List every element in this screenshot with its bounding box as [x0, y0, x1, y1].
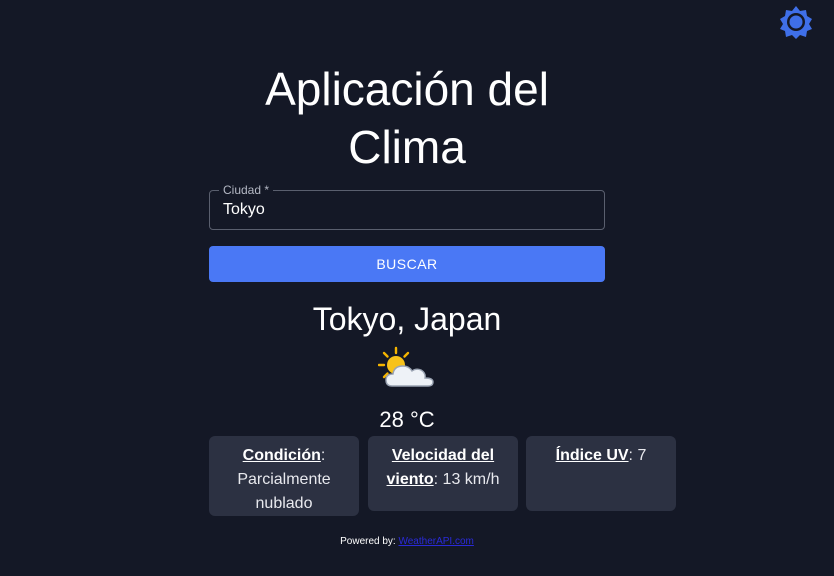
location-name: Tokyo, Japan	[312, 301, 502, 337]
uv-index-value: : 7	[628, 447, 647, 464]
condition-label: Condición	[242, 447, 321, 464]
condition-card: Condición: Parcialmente nublado	[209, 436, 359, 516]
city-input[interactable]	[210, 191, 604, 229]
partly-cloudy-icon	[378, 346, 434, 387]
sun-gear-icon	[780, 6, 812, 39]
uv-index-label: Índice UV	[555, 447, 629, 464]
weatherapi-link[interactable]: WeatherAPI.com	[398, 536, 473, 547]
footer-prefix: Powered by:	[340, 536, 396, 547]
city-field[interactable]: Ciudad *	[209, 183, 605, 230]
uv-index-card: Índice UV: 7	[526, 436, 676, 511]
wind-speed-value: : 13 km/h	[433, 471, 500, 488]
weather-app: Aplicación del Clima Ciudad * BUSCAR Tok…	[0, 0, 834, 576]
page-title: Aplicación del Clima	[265, 63, 549, 173]
search-button[interactable]: BUSCAR	[209, 246, 605, 282]
temperature-value: 28 °C	[379, 407, 435, 432]
theme-toggle-button[interactable]	[778, 4, 814, 40]
footer: Powered by: WeatherAPI.com	[207, 536, 607, 548]
wind-speed-card: Velocidad del viento: 13 km/h	[368, 436, 518, 511]
